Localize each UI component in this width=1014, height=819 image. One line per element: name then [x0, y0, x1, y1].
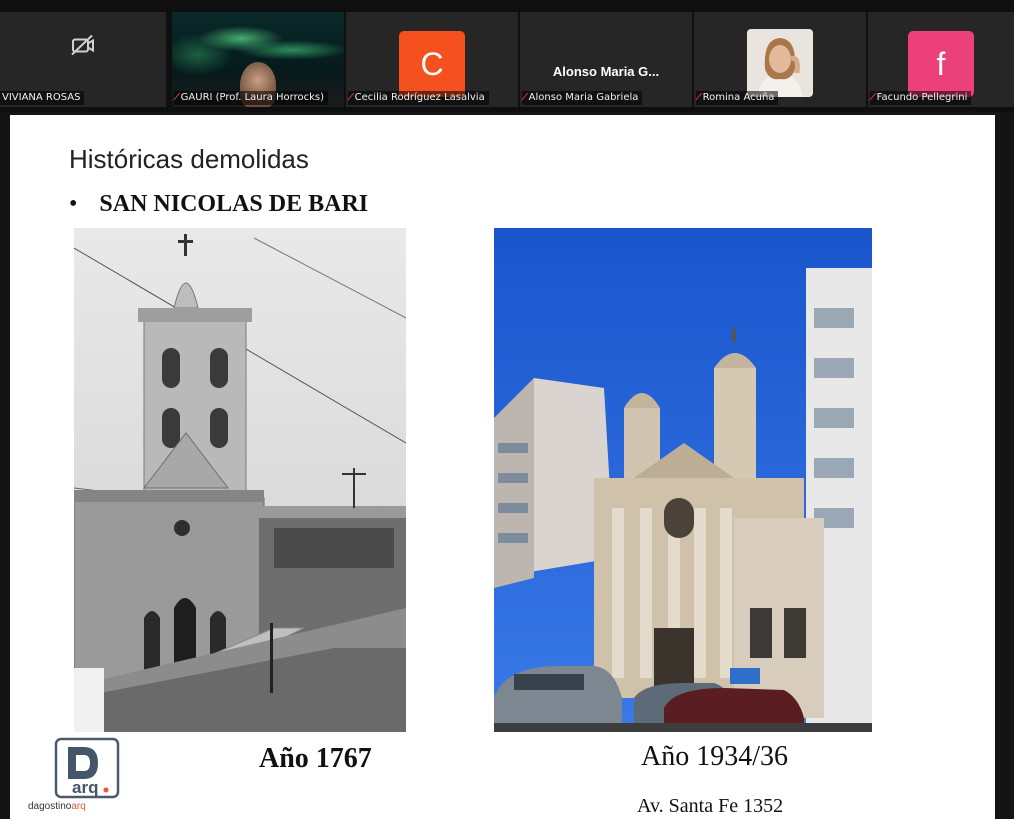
- mic-muted-icon: ⁄: [698, 92, 700, 103]
- shared-slide: Históricas demolidas • SAN NICOLAS DE BAR…: [10, 115, 995, 819]
- right-caption-year: Año 1934/36: [641, 741, 788, 772]
- participant-name: ⁄ Facundo Pellegrini: [870, 91, 972, 105]
- slide-bullet: • SAN NICOLAS DE BARI: [69, 191, 368, 218]
- participant-tile-gauri[interactable]: ⁄ GAURI (Prof. Laura Horrocks): [172, 12, 344, 107]
- participant-tile-viviana[interactable]: VIVIANA ROSAS: [0, 12, 166, 107]
- mic-muted-icon: ⁄: [350, 92, 352, 103]
- avatar: C: [399, 31, 465, 97]
- participant-tile-cecilia[interactable]: C ⁄ Cecilia Rodríguez Lasalvia: [346, 12, 518, 107]
- participant-name: ⁄ Cecilia Rodríguez Lasalvia: [348, 91, 489, 105]
- logo-brand-text: dagostinoarq: [28, 801, 86, 812]
- svg-text:arq: arq: [72, 778, 98, 797]
- participant-name: ⁄ Alonso Maria Gabriela: [522, 91, 643, 105]
- participant-display-name: Alonso Maria G...: [552, 64, 660, 79]
- mic-muted-icon: ⁄: [524, 92, 526, 103]
- address-caption: Av. Santa Fe 1352: [637, 795, 784, 817]
- dagostino-logo: arq: [54, 737, 120, 804]
- avatar: f: [908, 31, 974, 97]
- slide-title: Históricas demolidas: [69, 144, 309, 174]
- logo-brand-name: dagostino: [28, 801, 72, 812]
- video-off-icon: [70, 34, 96, 63]
- participant-name: VIVIANA ROSAS: [0, 91, 85, 105]
- mic-muted-icon: ⁄: [872, 92, 874, 103]
- left-caption-year: Año 1767: [259, 743, 372, 774]
- current-church-photo: [494, 228, 872, 732]
- logo-brand-accent: arq: [71, 801, 86, 812]
- mic-muted-icon: ⁄: [176, 92, 178, 103]
- participant-tile-facundo[interactable]: f ⁄ Facundo Pellegrini: [868, 12, 1014, 107]
- bullet-marker: •: [69, 191, 78, 217]
- participant-name: ⁄ Romina Acuña: [696, 91, 779, 105]
- historic-church-photo: [74, 228, 406, 732]
- participant-tile-alonso[interactable]: Alonso Maria G... ⁄ Alonso Maria Gabriela: [520, 12, 692, 107]
- bullet-text: SAN NICOLAS DE BARI: [99, 191, 369, 217]
- avatar: [747, 29, 813, 97]
- participant-name: ⁄ GAURI (Prof. Laura Horrocks): [174, 91, 329, 105]
- participant-tile-romina[interactable]: ⁄ Romina Acuña: [694, 12, 866, 107]
- participant-strip: VIVIANA ROSAS ⁄ GAURI (Prof. Laura Horroc…: [0, 0, 1014, 112]
